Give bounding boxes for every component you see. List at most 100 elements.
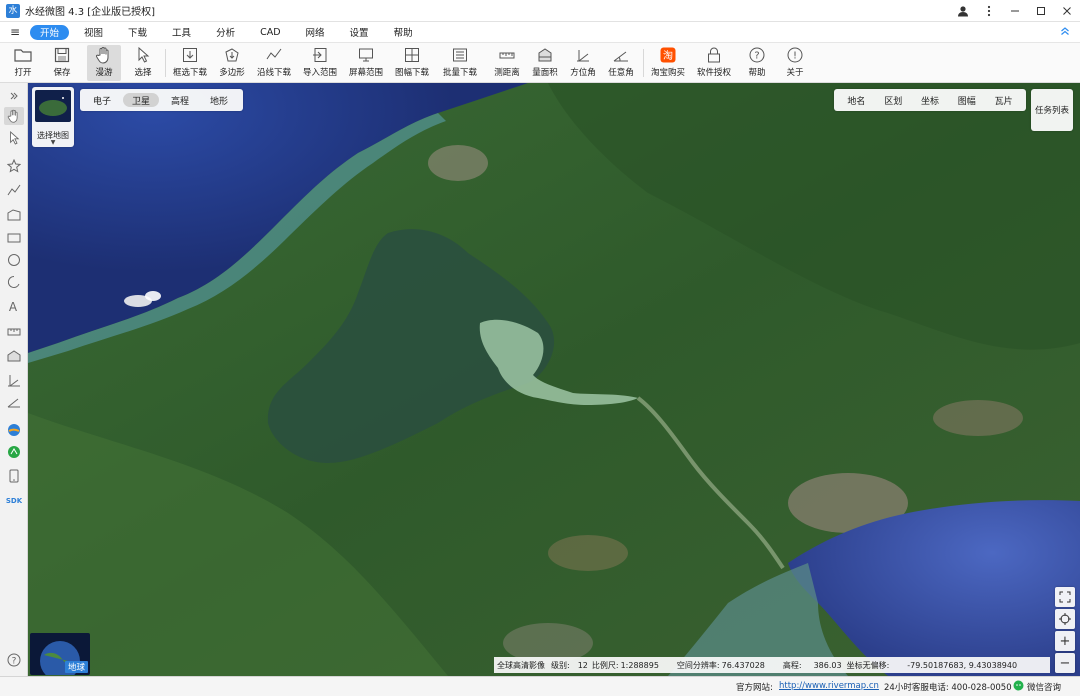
open-button[interactable]: 打开 bbox=[6, 45, 40, 81]
tab-elevation[interactable]: 高程 bbox=[162, 93, 198, 107]
select-button[interactable]: 选择 bbox=[126, 45, 160, 81]
maximize-button[interactable] bbox=[1028, 0, 1054, 22]
tab-terrain[interactable]: 地形 bbox=[201, 93, 237, 107]
map-selector[interactable]: 选择地图 ▼ bbox=[32, 87, 74, 147]
layer-tools: 地名 区划 坐标 图幅 瓦片 bbox=[834, 89, 1026, 111]
help-circle-icon[interactable]: ? bbox=[4, 651, 24, 669]
measure-distance-button[interactable]: 测距离 bbox=[490, 45, 524, 81]
collapse-ribbon-icon[interactable] bbox=[1050, 26, 1080, 39]
save-icon bbox=[53, 46, 71, 64]
menu-cad[interactable]: CAD bbox=[250, 25, 290, 40]
satellite-image bbox=[28, 83, 1080, 676]
azimuth-label: 方位角 bbox=[570, 68, 596, 78]
china-map-icon[interactable] bbox=[4, 421, 24, 439]
menu-tools[interactable]: 工具 bbox=[162, 25, 201, 40]
menu-view[interactable]: 视图 bbox=[74, 25, 113, 40]
menu-settings[interactable]: 设置 bbox=[340, 25, 379, 40]
tab-satellite[interactable]: 卫星 bbox=[123, 93, 160, 107]
taobao-icon: 淘 bbox=[659, 46, 677, 64]
user-icon[interactable] bbox=[950, 0, 976, 22]
menu-help[interactable]: 帮助 bbox=[384, 25, 423, 40]
angle-tool-icon[interactable] bbox=[4, 393, 24, 411]
batch-download-button[interactable]: 批量下载 bbox=[440, 45, 480, 81]
minimize-button[interactable] bbox=[1002, 0, 1028, 22]
license-button[interactable]: 软件授权 bbox=[694, 45, 734, 81]
text-tool-icon[interactable]: A bbox=[4, 297, 24, 315]
wechat-consult[interactable]: 微信咨询 bbox=[1027, 681, 1061, 693]
more-menu-icon[interactable] bbox=[976, 0, 1002, 22]
screen-range-icon bbox=[357, 46, 375, 64]
menu-start[interactable]: 开始 bbox=[30, 24, 70, 40]
import-range-icon bbox=[311, 46, 329, 64]
map-view[interactable]: 选择地图 ▼ 电子 卫星 高程 地形 地名 区划 坐标 图幅 瓦片 任务列表 +… bbox=[28, 83, 1080, 676]
tab-electronic[interactable]: 电子 bbox=[84, 93, 120, 107]
batch-download-icon bbox=[451, 46, 469, 64]
globe-toggle[interactable]: 地球 bbox=[30, 633, 90, 675]
import-range-button[interactable]: 导入范围 bbox=[300, 45, 340, 81]
ruler-tool-icon[interactable] bbox=[4, 323, 24, 341]
taobao-buy-label: 淘宝购买 bbox=[650, 68, 685, 78]
pan-button[interactable]: 漫游 bbox=[87, 45, 121, 81]
draw-polygon-icon[interactable] bbox=[4, 205, 24, 223]
menu-analysis[interactable]: 分析 bbox=[206, 25, 245, 40]
sdk-icon[interactable]: SDK bbox=[4, 491, 24, 509]
draw-circle-icon[interactable] bbox=[4, 251, 24, 269]
draw-sector-icon[interactable] bbox=[4, 273, 24, 291]
help-icon: ? bbox=[748, 46, 766, 64]
svg-text:?: ? bbox=[754, 51, 759, 62]
close-button[interactable] bbox=[1054, 0, 1080, 22]
azimuth-button[interactable]: 方位角 bbox=[566, 45, 600, 81]
select-tool-icon[interactable] bbox=[4, 129, 24, 147]
elevation-value: 386.03 bbox=[813, 660, 842, 670]
measure-area-button[interactable]: 量面积 bbox=[528, 45, 562, 81]
azimuth-tool-icon[interactable] bbox=[4, 371, 24, 389]
line-download-button[interactable]: 沿线下载 bbox=[254, 45, 294, 81]
map-info-bar: 全球高清影像 级别: 12 比例尺: 1:288895 空间分辨率: 76.43… bbox=[494, 657, 1050, 673]
polygon-download-button[interactable]: 多边形 bbox=[216, 45, 248, 81]
route-planning-icon[interactable] bbox=[4, 443, 24, 461]
help-button[interactable]: ? 帮助 bbox=[740, 45, 774, 81]
draw-line-icon[interactable] bbox=[4, 181, 24, 199]
about-button[interactable]: ! 关于 bbox=[778, 45, 812, 81]
window-title: 水经微图 4.3 [企业版已授权] bbox=[25, 7, 156, 18]
pan-tool-icon[interactable] bbox=[4, 107, 24, 125]
layer-divisions[interactable]: 区划 bbox=[884, 94, 902, 107]
layer-coordinates[interactable]: 坐标 bbox=[921, 94, 939, 107]
angle-icon bbox=[612, 46, 630, 64]
rect-download-button[interactable]: 框选下载 bbox=[170, 45, 210, 81]
expand-panel-icon[interactable] bbox=[4, 87, 24, 105]
hamburger-icon[interactable]: ≡ bbox=[0, 25, 30, 39]
ribbon-separator bbox=[643, 49, 644, 77]
menu-download[interactable]: 下载 bbox=[118, 25, 157, 40]
batch-download-label: 批量下载 bbox=[442, 68, 477, 78]
locate-icon[interactable] bbox=[1055, 609, 1075, 629]
imagery-source: 全球高清影像 bbox=[497, 660, 545, 670]
zoom-in-button[interactable]: + bbox=[1055, 631, 1075, 651]
help-label: 帮助 bbox=[748, 68, 766, 78]
angle-button[interactable]: 任意角 bbox=[604, 45, 638, 81]
taobao-buy-button[interactable]: 淘 淘宝购买 bbox=[648, 45, 688, 81]
area-tool-icon[interactable] bbox=[4, 347, 24, 365]
mark-point-icon[interactable] bbox=[4, 157, 24, 175]
layer-tiles[interactable]: 瓦片 bbox=[995, 94, 1013, 107]
site-link[interactable]: http://www.rivermap.cn bbox=[779, 681, 879, 691]
menu-network[interactable]: 网络 bbox=[296, 25, 335, 40]
elevation-label: 高程: bbox=[782, 660, 802, 670]
draw-rectangle-icon[interactable] bbox=[4, 229, 24, 247]
mobile-app-icon[interactable] bbox=[4, 467, 24, 485]
level-label: 级别: bbox=[551, 660, 570, 670]
save-button[interactable]: 保存 bbox=[45, 45, 79, 81]
import-range-label: 导入范围 bbox=[302, 68, 337, 78]
lock-icon bbox=[705, 46, 723, 64]
task-list-button[interactable]: 任务列表 bbox=[1031, 89, 1073, 131]
zoom-out-button[interactable]: − bbox=[1055, 653, 1075, 673]
fullscreen-icon[interactable] bbox=[1055, 587, 1075, 607]
folder-icon bbox=[14, 46, 32, 64]
save-label: 保存 bbox=[53, 68, 71, 78]
left-toolbar: A SDK ? bbox=[0, 83, 28, 676]
layer-placenames[interactable]: 地名 bbox=[847, 94, 865, 107]
sheet-download-button[interactable]: 图幅下载 bbox=[392, 45, 432, 81]
title-bar: 水 水经微图 4.3 [企业版已授权] bbox=[0, 0, 1080, 22]
screen-range-button[interactable]: 屏幕范围 bbox=[346, 45, 386, 81]
layer-sheets[interactable]: 图幅 bbox=[958, 94, 976, 107]
